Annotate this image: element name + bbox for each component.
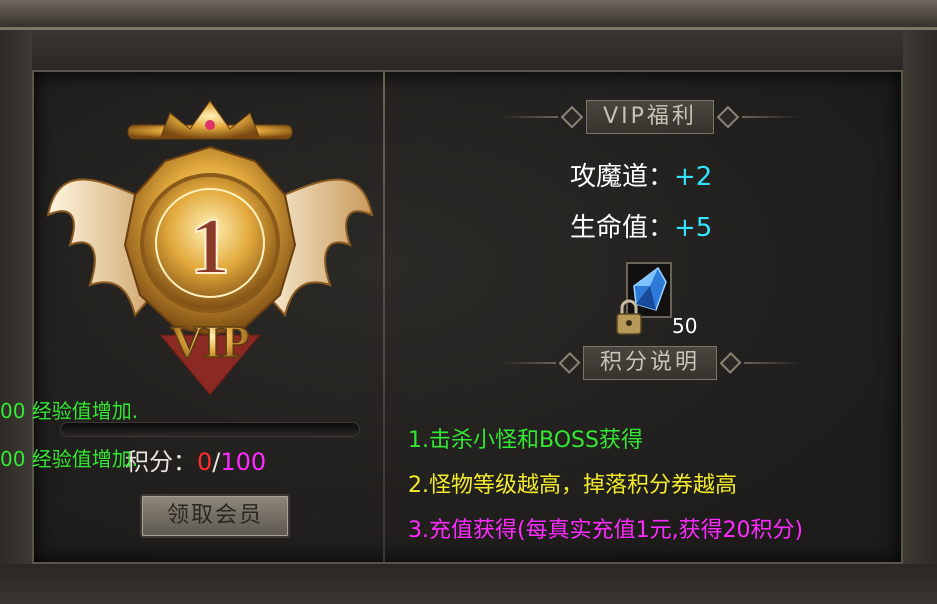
- header-line: [741, 116, 800, 118]
- vip-benefits-title: VIP福利: [586, 100, 714, 134]
- window-left-border: [0, 30, 32, 604]
- panel-divider: [383, 72, 385, 562]
- header-line: [500, 116, 559, 118]
- window-right-border: [903, 30, 937, 604]
- lock-icon: [616, 299, 642, 335]
- rule-item: 1.击杀小怪和BOSS获得: [408, 428, 643, 453]
- points-max: 100: [220, 448, 267, 476]
- header-line: [500, 362, 556, 364]
- stat-health: 生命值：+5: [570, 207, 712, 244]
- crown-icon: [127, 100, 293, 140]
- system-message: 00 经验值增加.: [0, 399, 139, 423]
- vip-badge: 1 VIP: [46, 100, 374, 395]
- diamond-ornament-icon: [561, 105, 584, 129]
- diamond-ornament-icon: [719, 351, 742, 375]
- points-explain-title: 积分说明: [583, 346, 718, 380]
- vip-benefits-header: VIP福利: [500, 100, 800, 134]
- rule-item: 2.怪物等级越高，掉落积分券越高: [408, 473, 737, 498]
- rule-item: 3.充值获得(每真实充值1元,获得20积分): [408, 518, 804, 543]
- points-current: 0: [197, 448, 213, 476]
- window-top-border: [0, 0, 937, 30]
- diamond-ornament-icon: [558, 351, 581, 375]
- window-bottom-border: [0, 564, 937, 604]
- stat-value: +2: [674, 162, 713, 192]
- diamond-ornament-icon: [716, 105, 739, 129]
- header-line: [744, 362, 801, 364]
- vip-level-number: 1: [190, 203, 230, 291]
- points-display: 积分：0/100: [125, 442, 266, 477]
- stat-attack: 攻魔道：+2: [570, 156, 712, 193]
- window-header-bar: [0, 30, 937, 70]
- points-explain-header: 积分说明: [500, 346, 801, 380]
- system-message: 00 经验值增加.: [0, 447, 139, 471]
- stat-label: 生命值：: [570, 213, 675, 243]
- stat-value: +5: [674, 213, 713, 243]
- claim-membership-button[interactable]: 领取会员: [140, 494, 290, 538]
- vip-label: VIP: [170, 316, 249, 367]
- reward-item-count: 50: [672, 314, 698, 338]
- stat-label: 攻魔道：: [570, 162, 675, 192]
- exp-progress-bar: [60, 422, 360, 437]
